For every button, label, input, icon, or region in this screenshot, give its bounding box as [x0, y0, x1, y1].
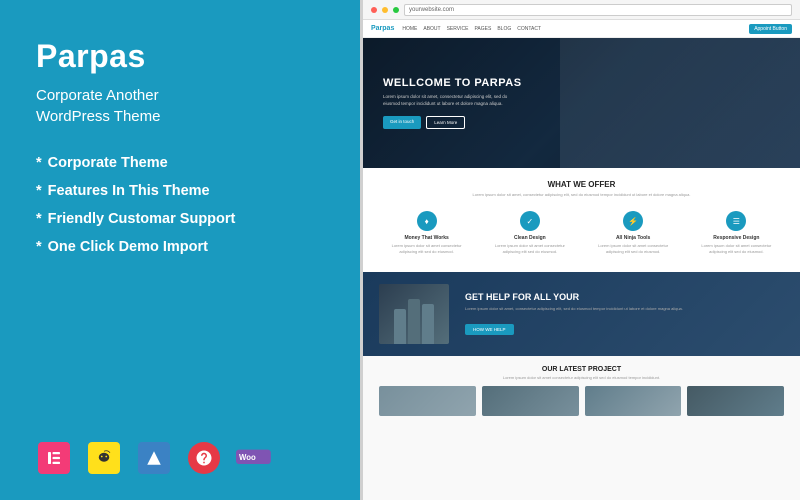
- slider-icon[interactable]: [136, 440, 172, 476]
- project-section: OUR LATEST PROJECT Lorem ipsum dolor sit…: [363, 356, 800, 500]
- site-content: Parpas HOME ABOUT SERVICE PAGES BLOG CON…: [363, 20, 800, 500]
- project-item-2[interactable]: [482, 386, 579, 416]
- offer-subtitle: Lorem ipsum dolor sit amet, consectetur …: [379, 192, 784, 197]
- offer-card-text-2: Lorem ipsum dolor sit amet consectetur a…: [486, 243, 573, 254]
- browser-url-bar[interactable]: yourwebsite.com: [404, 4, 792, 16]
- bottom-icons: Woo: [36, 430, 324, 476]
- site-nav-links: HOME ABOUT SERVICE PAGES BLOG CONTACT: [402, 26, 749, 32]
- svg-text:Woo: Woo: [239, 453, 256, 462]
- browser-max-dot: [393, 7, 399, 13]
- project-item-4[interactable]: [687, 386, 784, 416]
- cta-section: GET HELP FOR ALL YOUR Lorem ipsum dolor …: [363, 272, 800, 356]
- nav-appoint-btn[interactable]: Appoint Button: [749, 24, 792, 34]
- project-subtitle: Lorem ipsum dolor sit amet consectetur a…: [379, 375, 784, 380]
- offer-card-4: ☰ Responsive Design Lorem ipsum dolor si…: [689, 205, 784, 260]
- people-silhouette: [394, 299, 434, 344]
- offer-icon-1: ♦: [417, 211, 437, 231]
- left-panel: Parpas Corporate AnotherWordPress Theme …: [0, 0, 360, 500]
- person-2: [408, 299, 420, 344]
- offer-card-text-3: Lorem ipsum dolor sit amet consectetur a…: [590, 243, 677, 254]
- offer-icon-4: ☰: [726, 211, 746, 231]
- nav-blog[interactable]: BLOG: [497, 26, 511, 32]
- feature-item-3: Friendly Customar Support: [36, 211, 324, 227]
- cta-people-image: [379, 284, 449, 344]
- offer-card-text-4: Lorem ipsum dolor sit amet consectetur a…: [693, 243, 780, 254]
- site-nav: Parpas HOME ABOUT SERVICE PAGES BLOG CON…: [363, 20, 800, 38]
- hero-section: WELLCOME TO PARPAS Lorem ipsum dolor sit…: [363, 38, 800, 168]
- support-icon[interactable]: [186, 440, 222, 476]
- theme-title: Parpas: [36, 38, 324, 75]
- hero-cta-btn[interactable]: Get in touch: [383, 116, 421, 129]
- project-grid: [379, 386, 784, 416]
- browser-min-dot: [382, 7, 388, 13]
- offer-card-2: ✓ Clean Design Lorem ipsum dolor sit ame…: [482, 205, 577, 260]
- nav-contact[interactable]: CONTACT: [517, 26, 541, 32]
- browser-bar: yourwebsite.com: [363, 0, 800, 20]
- site-logo: Parpas: [371, 25, 394, 32]
- cta-title: GET HELP FOR ALL YOUR: [465, 292, 784, 302]
- elementor-icon[interactable]: [36, 440, 72, 476]
- woocommerce-icon[interactable]: Woo: [236, 440, 272, 476]
- theme-subtitle: Corporate AnotherWordPress Theme: [36, 85, 324, 127]
- feature-item-4: One Click Demo Import: [36, 239, 324, 255]
- right-panel: yourwebsite.com Parpas HOME ABOUT SERVIC…: [360, 0, 800, 500]
- person-3: [422, 304, 434, 344]
- hero-learn-btn[interactable]: Learn More: [426, 116, 465, 129]
- website-preview: yourwebsite.com Parpas HOME ABOUT SERVIC…: [363, 0, 800, 500]
- offer-card-title-1: Money That Works: [383, 235, 470, 241]
- cta-button[interactable]: HOW WE HELP: [465, 324, 514, 335]
- project-item-3[interactable]: [585, 386, 682, 416]
- offer-card-1: ♦ Money That Works Lorem ipsum dolor sit…: [379, 205, 474, 260]
- project-item-1[interactable]: [379, 386, 476, 416]
- lightning-icon: ⚡: [628, 217, 638, 226]
- nav-pages[interactable]: PAGES: [474, 26, 491, 32]
- offer-card-title-3: All Ninja Tools: [590, 235, 677, 241]
- offer-title: WHAT WE OFFER: [379, 180, 784, 189]
- mailchimp-icon[interactable]: [86, 440, 122, 476]
- responsive-icon: ☰: [733, 217, 740, 226]
- nav-about[interactable]: ABOUT: [423, 26, 440, 32]
- offer-icon-3: ⚡: [623, 211, 643, 231]
- offer-section: WHAT WE OFFER Lorem ipsum dolor sit amet…: [363, 168, 800, 272]
- cta-text-area: GET HELP FOR ALL YOUR Lorem ipsum dolor …: [465, 292, 784, 336]
- hero-body: Lorem ipsum dolor sit amet, consectetur …: [383, 94, 523, 108]
- feature-list: Corporate Theme Features In This Theme Fri…: [36, 155, 324, 255]
- offer-card-title-4: Responsive Design: [693, 235, 780, 241]
- project-title: OUR LATEST PROJECT: [379, 366, 784, 373]
- hero-buttons: Get in touch Learn More: [383, 116, 523, 129]
- nav-service[interactable]: SERVICE: [447, 26, 469, 32]
- offer-card-text-1: Lorem ipsum dolor sit amet consectetur a…: [383, 243, 470, 254]
- browser-close-dot: [371, 7, 377, 13]
- cta-body: Lorem ipsum dolor sit amet, consectetur …: [465, 306, 784, 312]
- hero-background: [560, 38, 800, 168]
- feature-item-1: Corporate Theme: [36, 155, 324, 171]
- left-content: Parpas Corporate AnotherWordPress Theme …: [36, 38, 324, 267]
- hero-title: WELLCOME TO PARPAS: [383, 77, 523, 89]
- offer-cards: ♦ Money That Works Lorem ipsum dolor sit…: [379, 205, 784, 260]
- check-icon: ✓: [527, 217, 534, 226]
- feature-item-2: Features In This Theme: [36, 183, 324, 199]
- nav-home[interactable]: HOME: [402, 26, 417, 32]
- offer-card-3: ⚡ All Ninja Tools Lorem ipsum dolor sit …: [586, 205, 681, 260]
- offer-card-title-2: Clean Design: [486, 235, 573, 241]
- person-1: [394, 309, 406, 344]
- diamond-icon: ♦: [425, 217, 429, 226]
- hero-text: WELLCOME TO PARPAS Lorem ipsum dolor sit…: [383, 77, 523, 129]
- offer-icon-2: ✓: [520, 211, 540, 231]
